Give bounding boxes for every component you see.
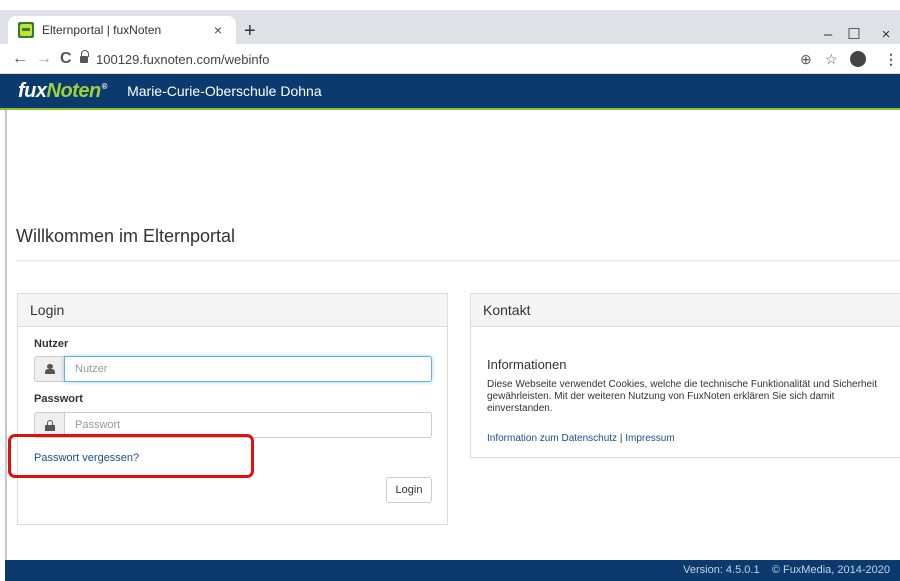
user-input[interactable] <box>64 356 432 382</box>
logo-registered-mark: ® <box>101 81 108 91</box>
browser-tab[interactable]: Elternportal | fuxNoten × <box>8 16 236 44</box>
browser-menu-icon[interactable]: ⋮ <box>884 48 898 70</box>
url-text: 100129.fuxnoten.com/webinfo <box>96 51 270 67</box>
lock-icon <box>80 50 89 64</box>
page-title: Willkommen im Elternportal <box>16 226 236 246</box>
back-button[interactable]: ← <box>12 48 28 70</box>
bookmark-star-icon[interactable]: ☆ <box>825 48 838 70</box>
login-panel: Login Nutzer Passwort Passwort vergessen… <box>17 293 448 525</box>
address-bar[interactable]: 100129.fuxnoten.com/webinfo <box>80 48 860 70</box>
browser-window: Elternportal | fuxNoten × + – ☐ × ← → C … <box>0 0 900 581</box>
forgot-password-highlight <box>8 434 254 478</box>
cookie-notice: Diese Webseite verwendet Cookies, welche… <box>487 379 878 414</box>
school-name: Marie-Curie-Oberschule Dohna <box>127 83 322 99</box>
info-title: Informationen <box>487 357 567 372</box>
left-divider <box>5 110 7 560</box>
version-text: Version: 4.5.0.1 <box>683 564 760 576</box>
user-addon <box>34 356 64 382</box>
info-links: Information zum Datenschutz | Impressum <box>487 433 675 444</box>
reload-button[interactable]: C <box>60 48 72 70</box>
new-tab-button[interactable]: + <box>244 21 256 41</box>
tab-close-icon[interactable]: × <box>210 22 226 38</box>
user-label: Nutzer <box>34 338 69 350</box>
fuxnoten-logo[interactable]: fuxNoten® <box>18 79 108 103</box>
copyright-text: © FuxMedia, 2014-2020 <box>771 564 890 576</box>
tab-strip: Elternportal | fuxNoten × + – ☐ × <box>0 10 900 44</box>
logo-noten: Noten <box>46 79 102 102</box>
forward-button[interactable]: → <box>36 48 52 70</box>
login-panel-heading: Login <box>18 294 447 327</box>
zoom-icon[interactable]: ⊕ <box>800 48 812 70</box>
privacy-link[interactable]: Information zum Datenschutz <box>487 433 617 444</box>
title-divider <box>16 260 900 261</box>
contact-panel: Kontakt Informationen Diese Webseite ver… <box>470 293 900 458</box>
fuxnoten-favicon-icon <box>18 22 34 38</box>
contact-panel-heading: Kontakt <box>471 294 900 327</box>
browser-toolbar: ← → C 100129.fuxnoten.com/webinfo ⊕ ☆ ⋮ <box>0 44 900 74</box>
tab-title: Elternportal | fuxNoten <box>42 23 162 37</box>
app-header: fuxNoten® Marie-Curie-Oberschule Dohna <box>0 74 900 110</box>
profile-avatar-icon[interactable] <box>850 51 866 67</box>
logo-fux: fux <box>18 79 47 102</box>
lock-icon <box>44 419 55 431</box>
imprint-link[interactable]: Impressum <box>625 433 674 444</box>
user-input-group <box>34 356 432 382</box>
page-footer: Version: 4.5.0.1 © FuxMedia, 2014-2020 <box>5 560 900 581</box>
login-button[interactable]: Login <box>386 477 432 503</box>
footer-text: Version: 4.5.0.1 © FuxMedia, 2014-2020 <box>683 564 890 576</box>
link-separator: | <box>617 433 626 444</box>
user-icon <box>44 363 55 375</box>
password-label: Passwort <box>34 393 83 405</box>
